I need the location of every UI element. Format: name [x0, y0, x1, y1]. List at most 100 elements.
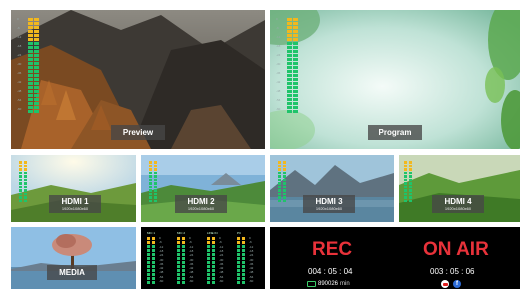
vu-segment — [287, 30, 292, 33]
vu-segment — [19, 192, 22, 195]
vu-segment — [152, 281, 155, 284]
vu-segment — [409, 164, 412, 167]
vu-segment — [177, 281, 180, 284]
vu-segment — [283, 182, 286, 185]
vu-segment — [28, 102, 33, 105]
vu-segment — [287, 82, 292, 85]
vu-segment — [283, 161, 286, 164]
vu-segment — [293, 74, 298, 77]
vu-scale-label: -60 — [276, 107, 281, 111]
vu-segment — [147, 245, 150, 248]
vu-segment — [19, 171, 22, 174]
vu-scale-label: -36 — [276, 71, 281, 75]
vu-segment — [34, 26, 39, 29]
vu-segment — [207, 241, 210, 244]
vu-segment — [147, 273, 150, 276]
vu-segment — [147, 241, 150, 244]
vu-segment — [28, 78, 33, 81]
vu-segment — [182, 269, 185, 272]
preview-monitor[interactable]: Preview 0 -6 -12 -18 -24 -30 -36 -42 -48 -54 -60 — [11, 10, 265, 149]
vu-segment — [409, 196, 412, 199]
vu-segment — [242, 241, 245, 244]
vu-segment — [278, 161, 281, 164]
vu-segment — [283, 196, 286, 199]
vu-segment — [293, 58, 298, 61]
vu-segment — [177, 249, 180, 252]
vu-segment — [237, 245, 240, 248]
hdmi-1-vu-meter-right — [24, 161, 27, 202]
vu-segment — [283, 185, 286, 188]
vu-segment — [28, 82, 33, 85]
vu-segment — [24, 192, 27, 195]
vu-segment — [293, 70, 298, 73]
vu-segment — [154, 199, 157, 202]
vu-segment — [152, 261, 155, 264]
vu-segment — [409, 185, 412, 188]
vu-segment — [409, 178, 412, 181]
vu-segment — [182, 253, 185, 256]
facebook-icon[interactable]: f — [453, 280, 461, 288]
vu-segment — [207, 273, 210, 276]
vu-segment — [207, 237, 210, 240]
vu-segment — [154, 196, 157, 199]
vu-segment — [278, 175, 281, 178]
vu-segment — [182, 237, 185, 240]
vu-segment — [283, 178, 286, 181]
vu-segment — [28, 110, 33, 113]
vu-scale-label: -48 — [17, 89, 22, 93]
vu-segment — [212, 237, 215, 240]
hdmi-2-vu-meter-right — [154, 161, 157, 202]
vu-segment — [237, 249, 240, 252]
vu-segment — [278, 164, 281, 167]
vu-segment — [404, 185, 407, 188]
vu-segment — [293, 18, 298, 21]
media-label-text: MEDIA — [59, 268, 85, 277]
vu-segment — [237, 281, 240, 284]
vu-segment — [293, 22, 298, 25]
vu-segment — [207, 245, 210, 248]
vu-scale-label: -60 — [17, 107, 22, 111]
audio-channel-meter — [237, 237, 240, 284]
vu-segment — [149, 199, 152, 202]
vu-segment — [34, 98, 39, 101]
vu-segment — [34, 54, 39, 57]
vu-segment — [242, 273, 245, 276]
vu-segment — [152, 257, 155, 260]
hdmi-4-input[interactable]: HDMI 4 1920x1080x60 — [399, 155, 520, 222]
vu-segment — [147, 265, 150, 268]
vu-segment — [287, 62, 292, 65]
media-input[interactable]: MEDIA — [11, 227, 136, 289]
vu-segment — [283, 164, 286, 167]
hdmi-2-input[interactable]: HDMI 2 1920x1080x60 — [141, 155, 265, 222]
vu-segment — [147, 257, 150, 260]
program-monitor[interactable]: Program 0 -6 -12 -18 -24 -30 -36 -42 -48 -54 -60 — [270, 10, 520, 149]
vu-segment — [28, 38, 33, 41]
vu-segment — [28, 58, 33, 61]
vu-segment — [19, 182, 22, 185]
vu-segment — [154, 185, 157, 188]
vu-segment — [177, 253, 180, 256]
hdmi-4-format: 1920x1080x60 — [444, 206, 472, 211]
youtube-icon[interactable] — [441, 280, 449, 288]
vu-segment — [28, 26, 33, 29]
vu-segment — [149, 182, 152, 185]
vu-segment — [19, 196, 22, 199]
vu-segment — [152, 253, 155, 256]
vu-segment — [34, 74, 39, 77]
vu-segment — [283, 168, 286, 171]
vu-segment — [404, 192, 407, 195]
vu-segment — [287, 78, 292, 81]
vu-segment — [278, 171, 281, 174]
vu-segment — [409, 189, 412, 192]
vu-segment — [152, 273, 155, 276]
vu-segment — [154, 192, 157, 195]
vu-segment — [404, 164, 407, 167]
hdmi-1-input[interactable]: HDMI 1 1920x1080x60 — [11, 155, 136, 222]
vu-segment — [34, 18, 39, 21]
vu-segment — [152, 245, 155, 248]
storage-icon — [307, 281, 316, 287]
hdmi-3-input[interactable]: HDMI 3 1920x1080x60 — [270, 155, 394, 222]
preview-label: Preview — [111, 125, 165, 140]
hdmi-4-name: HDMI 4 — [444, 197, 472, 206]
vu-segment — [28, 106, 33, 109]
